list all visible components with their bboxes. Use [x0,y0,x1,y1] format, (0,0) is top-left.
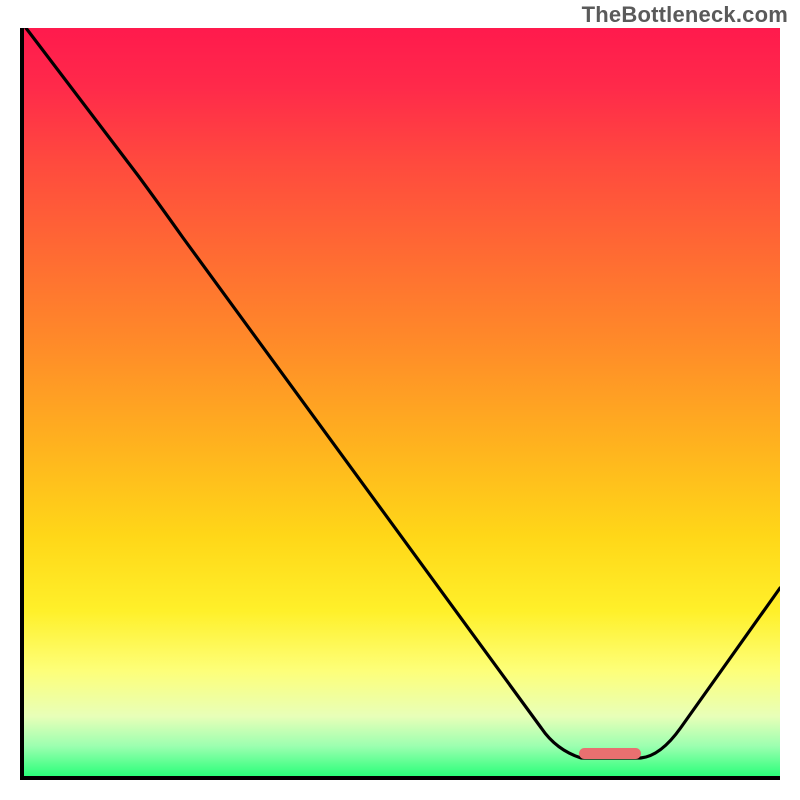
optimal-marker [579,748,641,759]
chart-container: TheBottleneck.com [0,0,800,800]
plot-area [20,28,780,780]
watermark-text: TheBottleneck.com [582,2,788,28]
bottleneck-curve [24,28,780,776]
